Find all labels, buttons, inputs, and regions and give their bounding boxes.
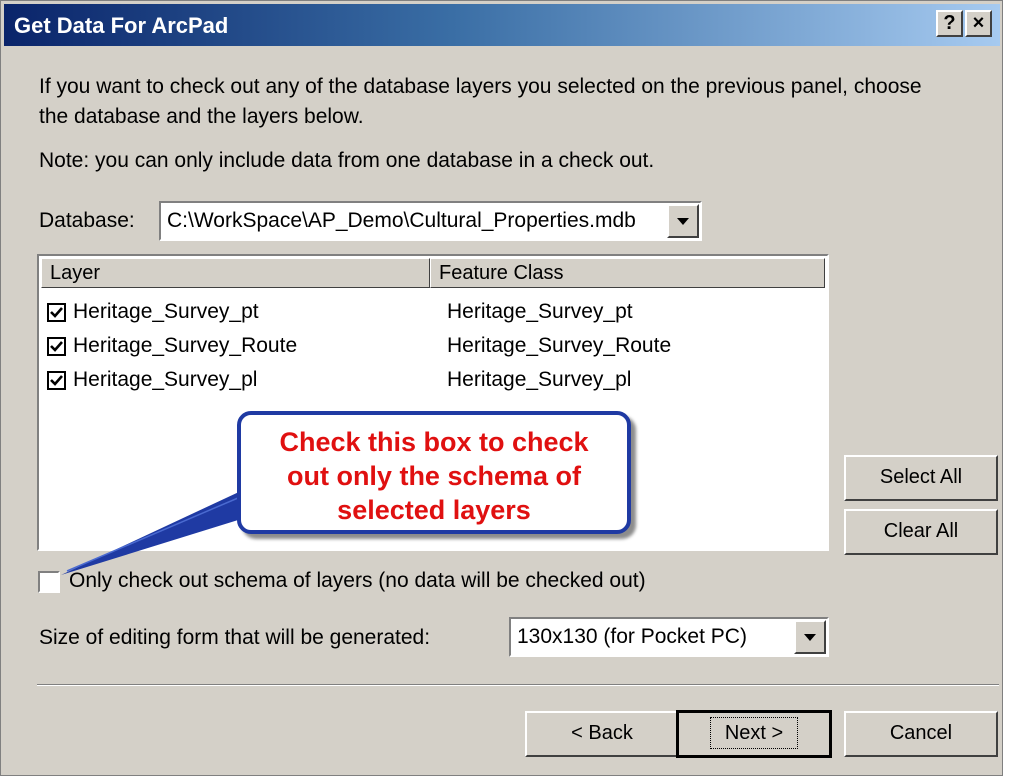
callout-line-2: out only the schema of [286, 461, 582, 491]
callout-line-1: Check this box to check [279, 427, 589, 457]
callout-line-3: selected layers [337, 495, 531, 525]
annotation-callout: Check this box to check out only the sch… [237, 411, 631, 534]
get-data-dialog: Get Data For ArcPad ? × If you want to c… [0, 0, 1003, 776]
callout-text: Check this box to check out only the sch… [241, 425, 627, 527]
callout-pointer [61, 491, 251, 575]
